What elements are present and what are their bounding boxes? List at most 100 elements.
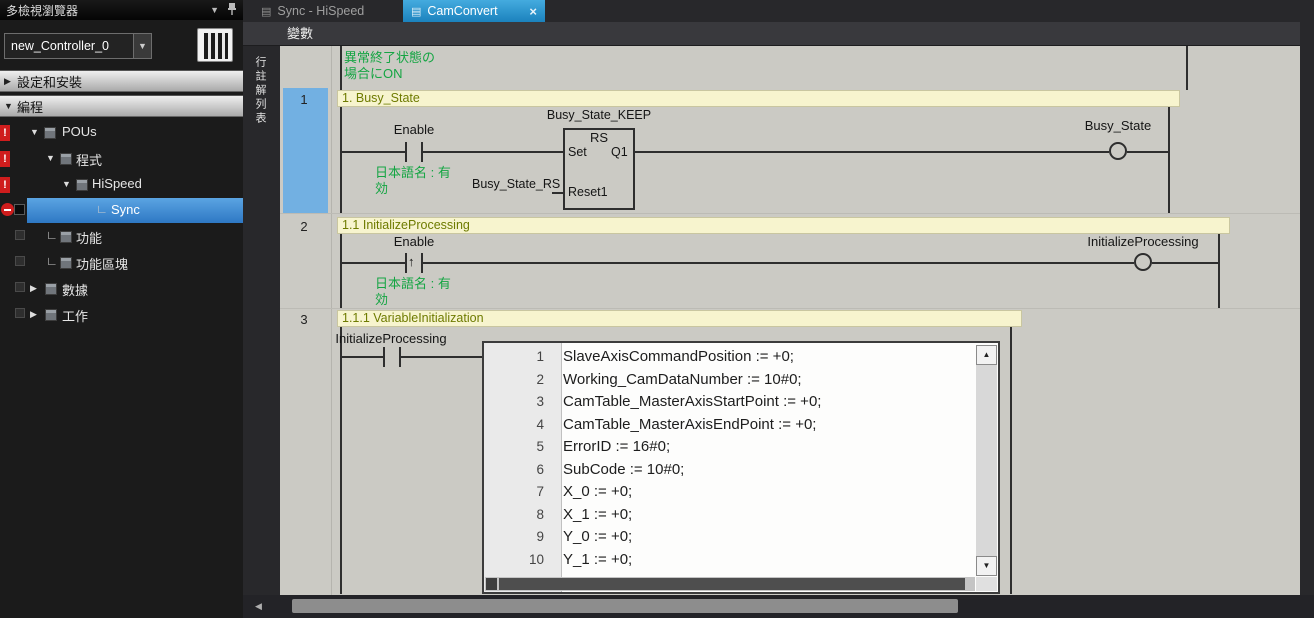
tab-camconvert[interactable]: ▤ CamConvert × <box>403 0 545 22</box>
st-code: CamTable_MasterAxisEndPoint := +0; <box>554 414 816 437</box>
st-code: Y_0 := +0; <box>554 526 632 549</box>
st-line-number: 9 <box>484 526 554 549</box>
pin-icon[interactable] <box>227 3 237 17</box>
contact-enable[interactable] <box>405 142 407 162</box>
rung-comment[interactable]: 1.1.1 VariableInitialization <box>337 310 1022 327</box>
power-rail <box>340 234 342 308</box>
rung-number[interactable]: 3 <box>280 312 328 327</box>
contact-initialize-processing[interactable] <box>383 347 385 367</box>
rung-number[interactable]: 1 <box>280 92 328 107</box>
program-tab-icon: ▤ <box>261 5 271 18</box>
st-line-number: 4 <box>484 414 554 437</box>
branch-icon: ∟ <box>46 254 58 268</box>
program-state-icon <box>14 204 25 215</box>
section-programming[interactable]: ▼ 編程 <box>0 95 243 117</box>
st-code: SubCode := 10#0; <box>554 459 684 482</box>
chevron-right-icon[interactable]: ▶ <box>30 283 37 294</box>
st-line[interactable]: 5ErrorID := 16#0; <box>484 436 974 459</box>
power-rail <box>1010 327 1012 594</box>
power-rail <box>340 46 342 90</box>
rung-comment[interactable]: 1. Busy_State <box>337 90 1180 107</box>
tree-item-sync[interactable]: ∟ Sync <box>27 198 243 223</box>
ladder-editor[interactable]: 異常終了状態の 場合にON 1 1. Busy_State Enable 日本語… <box>280 46 1300 595</box>
rising-edge-icon: ↑ <box>408 254 415 269</box>
st-line-number: 2 <box>484 369 554 392</box>
chevron-down-icon[interactable]: ▼ <box>133 34 151 58</box>
tree-item-data[interactable]: ▶ 數據 <box>0 276 243 302</box>
tree-item-functions[interactable]: ∟ 功能 <box>0 224 243 250</box>
st-line[interactable]: 10Y_1 := +0; <box>484 549 974 572</box>
function-block-folder-icon <box>60 257 72 269</box>
wire <box>1127 151 1168 153</box>
st-vertical-scrollbar[interactable]: ▲ ▼ <box>976 345 997 576</box>
wire <box>423 151 563 153</box>
st-line[interactable]: 9Y_0 := +0; <box>484 526 974 549</box>
tree-item-programs[interactable]: ▼ 程式 <box>0 146 243 172</box>
function-folder-icon <box>60 231 72 243</box>
scrollbar-block[interactable] <box>486 578 497 590</box>
tree-item-label: HiSpeed <box>92 176 142 191</box>
chevron-down-icon[interactable]: ▼ <box>30 127 39 137</box>
st-horizontal-scrollbar[interactable] <box>485 577 975 591</box>
wire <box>340 151 405 153</box>
tree-item-function-blocks[interactable]: ∟ 功能區塊 <box>0 250 243 276</box>
st-line[interactable]: 1SlaveAxisCommandPosition := +0; <box>484 346 974 369</box>
stop-error-icon <box>1 203 14 216</box>
st-line[interactable]: 3CamTable_MasterAxisStartPoint := +0; <box>484 391 974 414</box>
controller-select-value: new_Controller_0 <box>5 39 133 53</box>
rung-number[interactable]: 2 <box>280 219 328 234</box>
coil-initialize-processing[interactable] <box>1134 253 1152 271</box>
scroll-down-icon[interactable]: ▼ <box>976 556 997 576</box>
pin-reset1: Reset1 <box>568 185 608 199</box>
line-comment-rail: 行註解列表 <box>243 46 280 595</box>
folder-icon <box>44 127 56 139</box>
tree-item-pous[interactable]: ▼ POUs <box>0 120 243 146</box>
chevron-down-icon[interactable]: ▼ <box>62 179 71 189</box>
tree-item-hispeed[interactable]: ▼ HiSpeed <box>0 172 243 198</box>
wire <box>635 151 1109 153</box>
controller-select[interactable]: new_Controller_0 ▼ <box>4 33 152 59</box>
editor-horizontal-scrollbar[interactable]: ◀ <box>243 595 1314 618</box>
contact-enable-rising[interactable] <box>405 253 407 273</box>
tree-item-label: 功能區塊 <box>76 254 128 273</box>
reset-variable-label[interactable]: Busy_State_RS <box>472 177 560 191</box>
contact-label: Enable <box>379 234 449 249</box>
st-line[interactable]: 8X_1 := +0; <box>484 504 974 527</box>
divider <box>331 46 332 595</box>
st-line-number: 5 <box>484 436 554 459</box>
section-label: 設定和安裝 <box>17 72 82 91</box>
inline-st-editor[interactable]: 1SlaveAxisCommandPosition := +0; 2Workin… <box>482 341 1000 594</box>
chevron-right-icon[interactable]: ▶ <box>30 309 37 320</box>
scrollbar-thumb[interactable] <box>292 599 958 613</box>
scrollbar-thumb[interactable] <box>499 578 965 590</box>
tab-sync-hispeed[interactable]: ▤ Sync - HiSpeed <box>253 0 401 22</box>
variables-bar[interactable]: 變數 <box>243 22 1314 46</box>
st-line[interactable]: 4CamTable_MasterAxisEndPoint := +0; <box>484 414 974 437</box>
pin-q1: Q1 <box>611 145 628 159</box>
scroll-left-icon[interactable]: ◀ <box>255 601 262 612</box>
program-icon <box>76 179 88 191</box>
st-line-number: 10 <box>484 549 554 572</box>
rung-comment[interactable]: 1.1 InitializeProcessing <box>337 217 1230 234</box>
chevron-down-icon[interactable]: ▼ <box>46 153 55 163</box>
scrollbar-corner <box>976 577 997 591</box>
branch-icon: ∟ <box>46 228 58 242</box>
st-line[interactable]: 7X_0 := +0; <box>484 481 974 504</box>
coil-busy-state[interactable] <box>1109 142 1127 160</box>
scroll-up-icon[interactable]: ▲ <box>976 345 997 365</box>
close-icon[interactable]: × <box>529 4 545 19</box>
st-line-number: 8 <box>484 504 554 527</box>
tab-label: Sync - HiSpeed <box>277 4 364 18</box>
chevron-down-icon[interactable]: ▼ <box>210 5 219 15</box>
pin-set: Set <box>568 145 587 159</box>
branch-icon: ∟ <box>96 202 108 216</box>
st-code-lines[interactable]: 1SlaveAxisCommandPosition := +0; 2Workin… <box>484 346 974 571</box>
st-line[interactable]: 2Working_CamDataNumber := 10#0; <box>484 369 974 392</box>
section-configuration-setup[interactable]: ▶ 設定和安裝 <box>0 70 243 92</box>
st-code: SlaveAxisCommandPosition := +0; <box>554 346 794 369</box>
st-line[interactable]: 6SubCode := 10#0; <box>484 459 974 482</box>
line-comment-rail-label[interactable]: 行註解列表 <box>252 56 268 126</box>
tree-item-tasks[interactable]: ▶ 工作 <box>0 302 243 328</box>
sysmac-studio-window: 多檢視瀏覽器 ▼ new_Controller_0 ▼ ▶ 設定和安裝 ▼ 編程… <box>0 0 1314 618</box>
function-block-type: RS <box>563 130 635 145</box>
